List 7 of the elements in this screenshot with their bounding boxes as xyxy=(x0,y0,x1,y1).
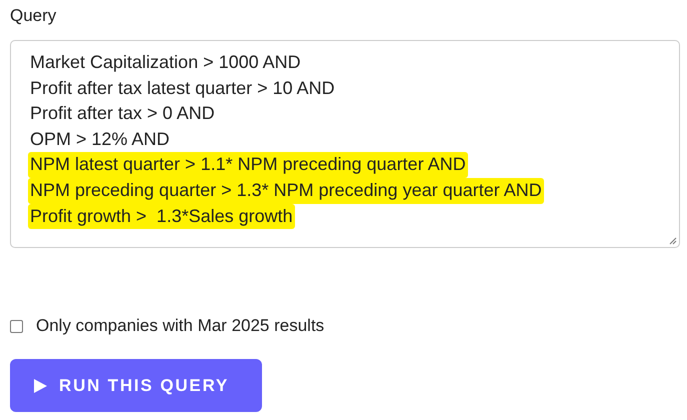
query-label: Query xyxy=(10,5,58,27)
query-line: Profit after tax latest quarter > 10 AND xyxy=(29,76,336,100)
run-query-button[interactable]: RUN THIS QUERY xyxy=(10,359,262,412)
query-line: OPM > 12% AND xyxy=(29,128,171,151)
query-line: Profit after tax > 0 AND xyxy=(29,102,216,126)
query-line: Market Capitalization > 1000 AND xyxy=(29,51,302,74)
checkbox-label: Only companies with Mar 2025 results xyxy=(36,315,324,337)
